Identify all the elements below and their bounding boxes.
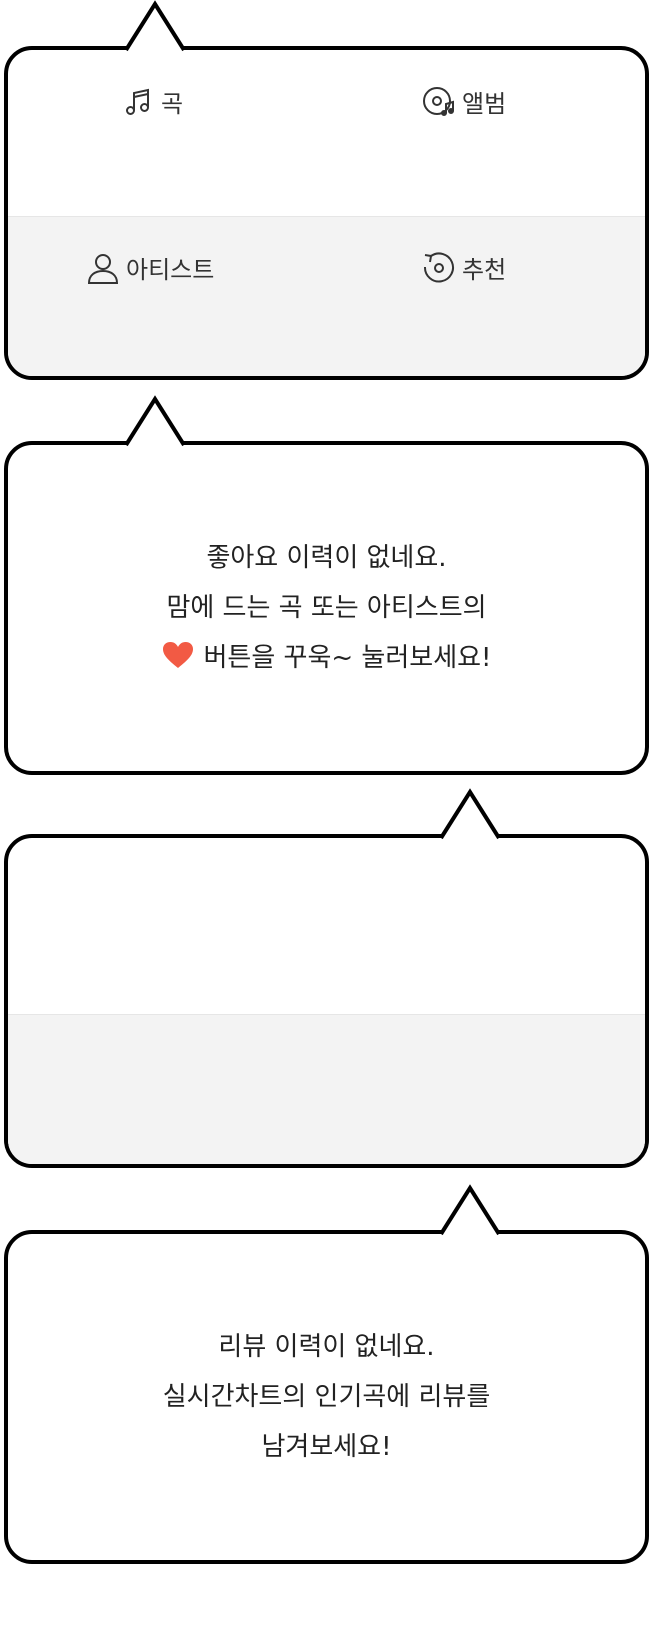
menu-item-album-label: 앨범 [462,90,507,118]
bubble-tail [124,395,186,447]
menu-item-song-label: 곡 [161,90,184,118]
review-empty-line2: 실시간차트의 인기곡에 리뷰를 [162,1382,491,1412]
likes-empty-message: 좋아요 이력이 없네요. 맘에 드는 곡 또는 아티스트의 버튼을 꾸욱~ 눌러… [8,533,645,683]
music-note-icon [126,88,149,115]
likes-empty-line2: 맘에 드는 곡 또는 아티스트의 [166,593,487,623]
likes-empty-line3: 버튼을 꾸욱~ 눌러보세요! [203,643,492,673]
menu-item-artist-label: 아티스트 [126,256,215,284]
album-disc-icon [423,86,454,116]
likes-empty-bubble: 좋아요 이력이 없네요. 맘에 드는 곡 또는 아티스트의 버튼을 꾸욱~ 눌러… [0,395,650,790]
person-icon [87,253,119,284]
empty-split-panel [4,834,649,1168]
menu-item-artist[interactable]: 아티스트 [86,250,214,285]
likes-empty-line1: 좋아요 이력이 없네요. [206,543,447,573]
empty-split-lower-row [8,1014,645,1164]
bubble-tail [439,788,501,840]
menu-item-song[interactable]: 곡 [123,84,183,119]
bubble-tail [124,0,186,52]
review-empty-panel: 리뷰 이력이 없네요. 실시간차트의 인기곡에 리뷰를 남겨보세요! [4,1230,649,1564]
review-empty-line1: 리뷰 이력이 없네요. [218,1332,435,1362]
menu-bubble: 곡 앨범 아티스트 추천 [0,0,650,395]
menu-item-recommend[interactable]: 추천 [422,250,506,285]
review-empty-line3: 남겨보세요! [261,1432,392,1462]
menu-lower-row [8,216,645,376]
likes-empty-line3-row: 버튼을 꾸욱~ 눌러보세요! [8,633,645,683]
review-empty-bubble: 리뷰 이력이 없네요. 실시간차트의 인기곡에 리뷰를 남겨보세요! [0,1184,650,1579]
bubble-tail [439,1184,501,1236]
empty-split-bubble [0,788,650,1183]
review-empty-message: 리뷰 이력이 없네요. 실시간차트의 인기곡에 리뷰를 남겨보세요! [8,1322,645,1472]
recommend-disc-icon [423,252,454,282]
menu-item-recommend-label: 추천 [462,256,507,284]
likes-empty-panel: 좋아요 이력이 없네요. 맘에 드는 곡 또는 아티스트의 버튼을 꾸욱~ 눌러… [4,441,649,775]
heart-icon [162,642,193,668]
menu-panel: 곡 앨범 아티스트 추천 [4,46,649,380]
menu-item-album[interactable]: 앨범 [422,84,506,119]
